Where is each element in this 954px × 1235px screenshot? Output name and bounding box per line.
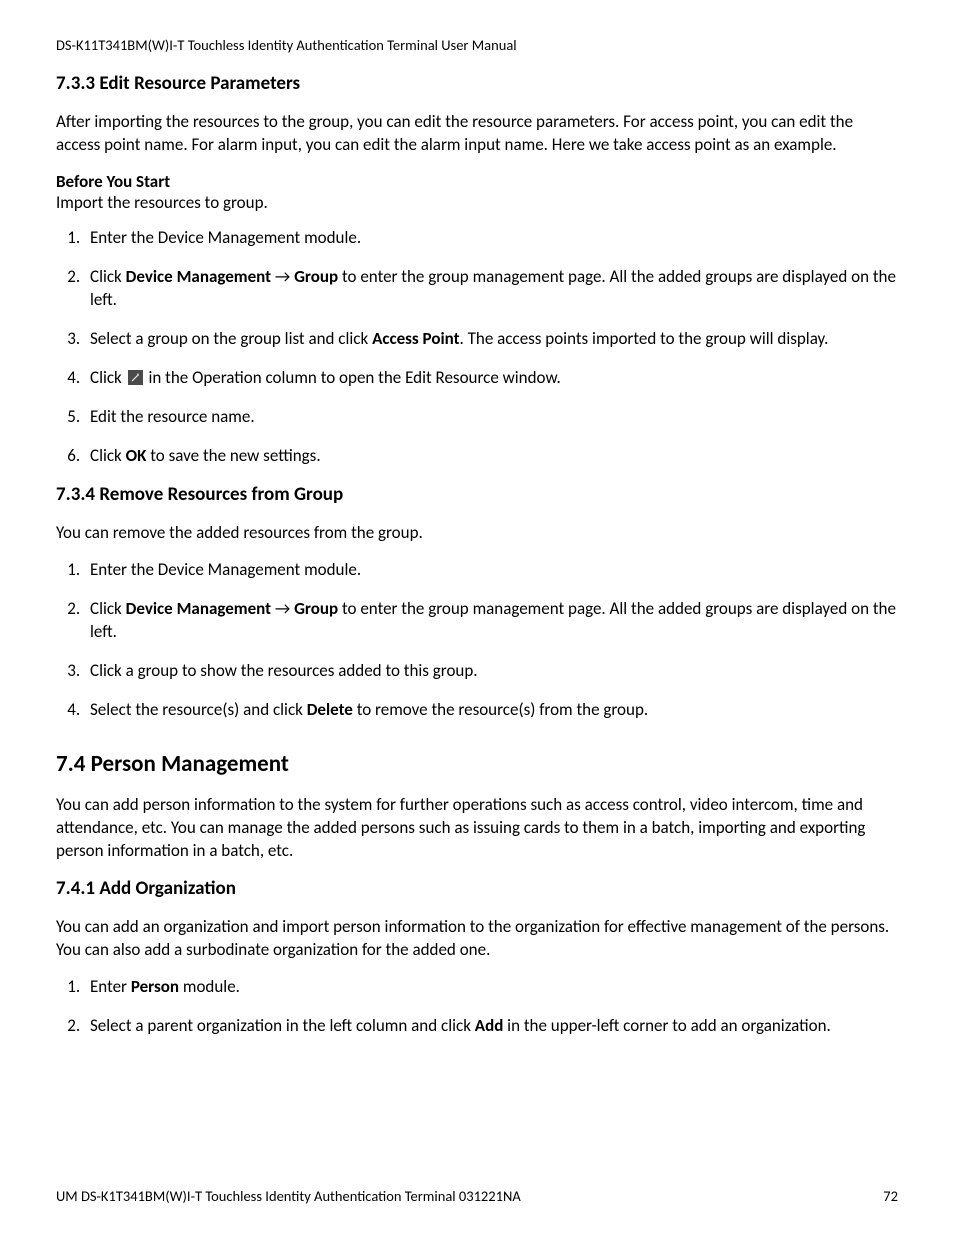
step-text: to save the new settings. (146, 445, 320, 466)
bold-add: Add (475, 1015, 504, 1036)
step-734-4: Select the resource(s) and click Delete … (84, 699, 898, 722)
heading-733: 7.3.3 Edit Resource Parameters (56, 72, 898, 95)
intro-733: After importing the resources to the gro… (56, 111, 898, 157)
step-733-4: Click in the Operation column to open th… (84, 367, 898, 390)
step-text: Click (90, 445, 126, 466)
step-741-2: Select a parent organization in the left… (84, 1015, 898, 1038)
step-text: Enter the Device Management module. (90, 559, 361, 580)
bold-delete: Delete (307, 699, 353, 720)
heading-741: 7.4.1 Add Organization (56, 877, 898, 900)
step-text: Edit the resource name. (90, 406, 255, 427)
arrow-text: → (271, 266, 294, 287)
step-text: Select the resource(s) and click (90, 699, 307, 720)
page-header: DS-K11T341BM(W)I-T Touchless Identity Au… (56, 36, 898, 54)
step-text: to remove the resource(s) from the group… (353, 699, 648, 720)
step-text: Click (90, 598, 126, 619)
step-text: Select a parent organization in the left… (90, 1015, 475, 1036)
intro-74: You can add person information to the sy… (56, 794, 898, 863)
before-you-start-label: Before You Start (56, 171, 898, 192)
footer-left: UM DS-K1T341BM(W)I-T Touchless Identity … (56, 1187, 521, 1205)
intro-741: You can add an organization and import p… (56, 916, 898, 962)
step-text: in the Operation column to open the Edit… (145, 367, 561, 388)
step-text: in the upper-left corner to add an organ… (503, 1015, 830, 1036)
steps-741: Enter Person module. Select a parent org… (56, 976, 898, 1038)
step-733-5: Edit the resource name. (84, 406, 898, 429)
heading-74: 7.4 Person Management (56, 750, 898, 778)
step-741-1: Enter Person module. (84, 976, 898, 999)
bold-group: Group (294, 598, 338, 619)
step-733-1: Enter the Device Management module. (84, 227, 898, 250)
bold-group: Group (294, 266, 338, 287)
step-733-6: Click OK to save the new settings. (84, 445, 898, 468)
document-page: DS-K11T341BM(W)I-T Touchless Identity Au… (0, 0, 954, 1235)
edit-icon (128, 369, 143, 384)
steps-734: Enter the Device Management module. Clic… (56, 559, 898, 722)
bold-device-management: Device Management (126, 266, 271, 287)
bold-person: Person (131, 976, 179, 997)
step-733-2: Click Device Management → Group to enter… (84, 266, 898, 312)
page-number: 72 (883, 1187, 898, 1205)
step-text: . The access points imported to the grou… (460, 328, 829, 349)
step-text: Enter (90, 976, 131, 997)
step-733-3: Select a group on the group list and cli… (84, 328, 898, 351)
step-text: Click (90, 367, 126, 388)
bold-ok: OK (126, 445, 147, 466)
step-text: Click a group to show the resources adde… (90, 660, 478, 681)
step-734-2: Click Device Management → Group to enter… (84, 598, 898, 644)
steps-733: Enter the Device Management module. Clic… (56, 227, 898, 468)
page-footer: UM DS-K1T341BM(W)I-T Touchless Identity … (56, 1187, 898, 1205)
step-text: Select a group on the group list and cli… (90, 328, 372, 349)
bold-device-management: Device Management (126, 598, 271, 619)
intro-734: You can remove the added resources from … (56, 522, 898, 545)
heading-734: 7.3.4 Remove Resources from Group (56, 483, 898, 506)
bold-access-point: Access Point (372, 328, 459, 349)
step-text: Enter the Device Management module. (90, 227, 361, 248)
step-text: module. (179, 976, 240, 997)
step-text: Click (90, 266, 126, 287)
step-734-1: Enter the Device Management module. (84, 559, 898, 582)
before-you-start-text: Import the resources to group. (56, 192, 898, 213)
step-734-3: Click a group to show the resources adde… (84, 660, 898, 683)
arrow-text: → (271, 598, 294, 619)
